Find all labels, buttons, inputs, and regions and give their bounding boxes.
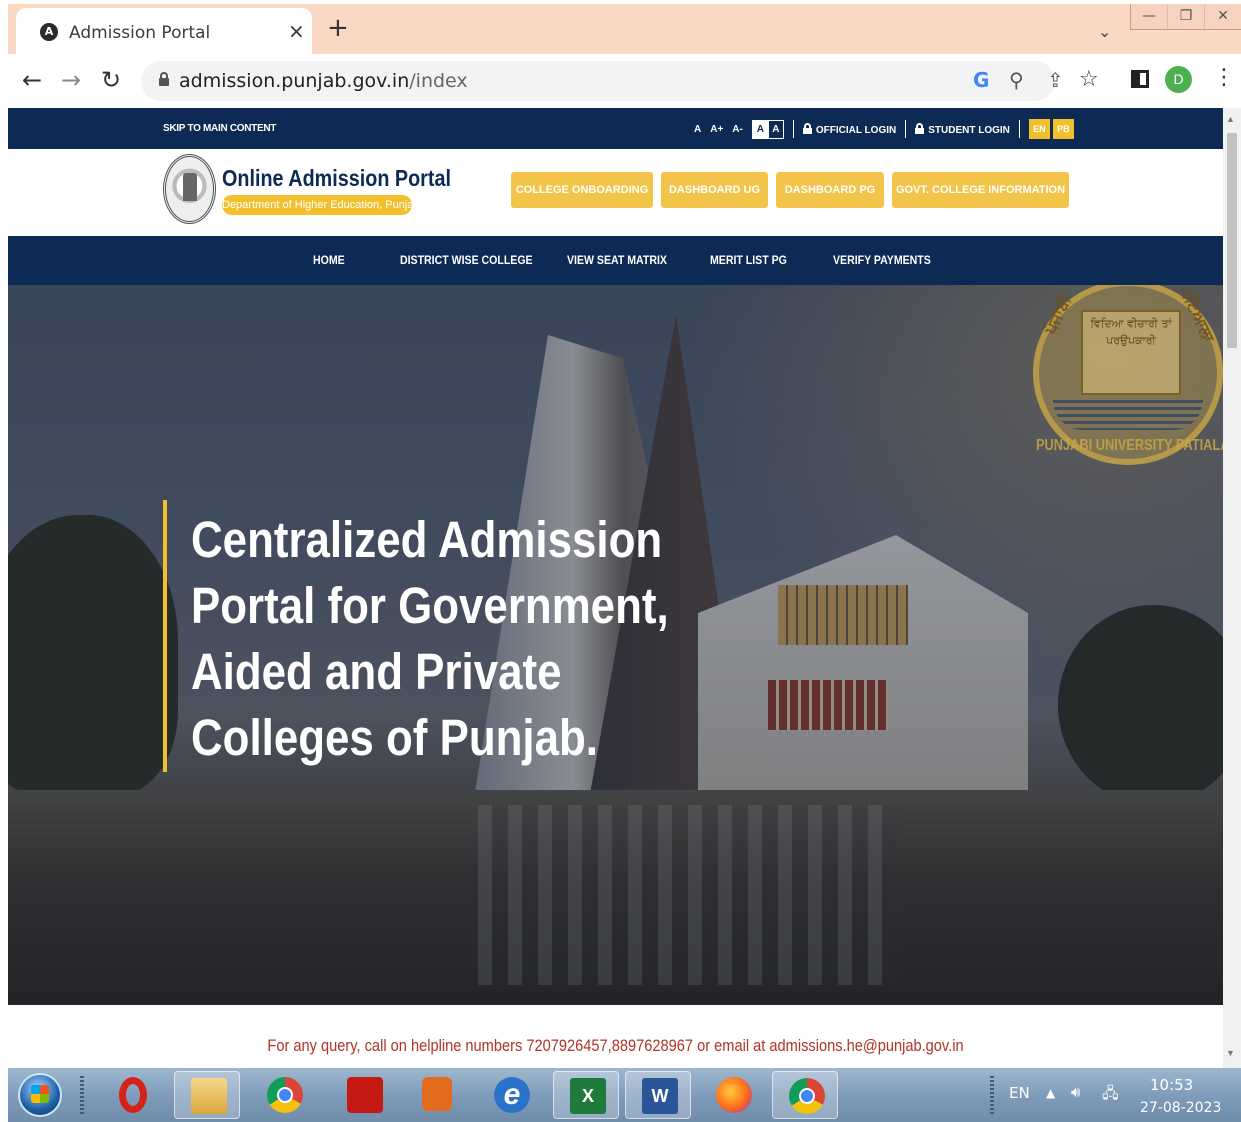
word-icon: W [642, 1078, 678, 1114]
dashboard-pg-button[interactable]: DASHBOARD PG [776, 172, 884, 208]
reload-icon[interactable]: ↻ [101, 66, 121, 94]
skip-to-main-content-link[interactable]: SKIP TO MAIN CONTENT [163, 123, 276, 134]
taskbar-firefox[interactable] [700, 1071, 766, 1119]
seal-caption: PUNJABI UNIVERSITY PATIALA [1036, 437, 1223, 454]
helpline-notice: For any query, call on helpline numbers … [267, 1036, 964, 1055]
nav-verify-payments[interactable]: VERIFY PAYMENTS [833, 253, 931, 267]
network-icon[interactable]: 🖧 [1102, 1083, 1119, 1108]
nav-district-wise-college[interactable]: DISTRICT WISE COLLEGE [400, 253, 533, 267]
restore-button[interactable]: ❐ [1167, 4, 1204, 29]
taskbar-grip [80, 1076, 84, 1114]
menu-kebab-icon[interactable]: ⋮ [1213, 65, 1235, 90]
minimize-button[interactable]: — [1131, 4, 1167, 29]
department-badge: Department of Higher Education, Punjab [222, 195, 412, 215]
language-pb-button[interactable]: PB [1052, 119, 1074, 139]
url-text[interactable]: admission.punjab.gov.in/index [179, 70, 468, 92]
tab-search-icon[interactable]: ⌄ [1098, 22, 1111, 41]
side-panel-icon[interactable] [1131, 70, 1149, 88]
taskbar-file-explorer[interactable] [174, 1071, 240, 1119]
headline-accent-bar [163, 500, 167, 772]
college-onboarding-button[interactable]: COLLEGE ONBOARDING [511, 172, 653, 208]
divider [1018, 120, 1020, 138]
taskbar-internet-explorer[interactable]: e [478, 1071, 544, 1119]
utility-controls: A A+ A- A A OFFICIAL LOGIN STUDENT LOGIN… [694, 119, 1074, 139]
lock-icon [915, 122, 925, 134]
pdf-icon [347, 1077, 383, 1113]
media-player-icon [422, 1077, 452, 1111]
new-tab-button[interactable]: + [327, 13, 349, 43]
font-size-decrease-button[interactable]: A- [732, 124, 743, 135]
govt-college-information-button[interactable]: GOVT. COLLEGE INFORMATION [892, 172, 1069, 208]
portal-title[interactable]: Online Admission Portal [222, 165, 451, 192]
firefox-icon [716, 1077, 752, 1113]
clock-date[interactable]: 27-08-2023 [1140, 1100, 1221, 1116]
hero-banner: ਪੰਜਾਬੀ ਪਟਿਆਲਾ ਵਿਦਿਆ ਵੀਚਾਰੀ ਤਾਂ ਪਰਉਪਕਾਰੀ … [8, 285, 1223, 1005]
page-scrollbar[interactable]: ▲ ▼ [1223, 108, 1241, 1068]
browser-toolbar: ← → ↻ admission.punjab.gov.in/index G ⚲ … [8, 54, 1241, 108]
taskbar-media-player[interactable] [403, 1071, 469, 1119]
angular-favicon-icon: A [40, 23, 58, 41]
taskbar-grip [990, 1076, 994, 1114]
contrast-light-button[interactable]: A [752, 120, 768, 138]
windows-taskbar: e X W EN ▲ 🔊︎ 🖧 10:53 27-08-2023 [8, 1068, 1241, 1122]
taskbar-chrome-profile[interactable] [772, 1071, 838, 1119]
share-icon[interactable]: ⇪ [1047, 68, 1064, 92]
chrome-icon [267, 1077, 303, 1113]
taskbar-chrome[interactable] [251, 1071, 317, 1119]
start-button[interactable] [18, 1073, 62, 1117]
tab-title: Admission Portal [69, 23, 211, 43]
chrome-icon [789, 1078, 825, 1114]
scroll-down-icon[interactable]: ▼ [1226, 1048, 1235, 1058]
dashboard-ug-button[interactable]: DASHBOARD UG [661, 172, 768, 208]
clock-time[interactable]: 10:53 [1150, 1076, 1193, 1094]
zoom-icon[interactable]: ⚲ [1009, 68, 1024, 92]
seal-motto: ਵਿਦਿਆ ਵੀਚਾਰੀ ਤਾਂ ਪਰਉਪਕਾਰੀ [1090, 317, 1172, 347]
language-en-button[interactable]: EN [1028, 119, 1050, 139]
lock-icon[interactable] [159, 72, 169, 86]
contrast-toggle: A A [751, 119, 784, 139]
excel-icon: X [570, 1078, 606, 1114]
show-hidden-icons-icon[interactable]: ▲ [1046, 1086, 1055, 1100]
nav-view-seat-matrix[interactable]: VIEW SEAT MATRIX [567, 253, 667, 267]
profile-avatar[interactable]: D [1165, 66, 1192, 93]
student-login-link[interactable]: STUDENT LOGIN [915, 122, 1010, 136]
punjab-emblem-logo[interactable] [163, 154, 216, 224]
google-translate-icon[interactable]: G [973, 68, 989, 92]
folder-icon [191, 1078, 227, 1114]
address-bar[interactable]: admission.punjab.gov.in/index G ⚲ ⇪ [141, 61, 1064, 101]
main-navigation: HOME DISTRICT WISE COLLEGE VIEW SEAT MAT… [8, 236, 1223, 285]
divider [905, 120, 907, 138]
tab-close-icon[interactable]: × [288, 19, 305, 43]
taskbar-opera[interactable] [100, 1071, 166, 1119]
page-viewport: SKIP TO MAIN CONTENT A A+ A- A A OFFICIA… [8, 108, 1223, 1068]
back-arrow-icon[interactable]: ← [22, 66, 42, 94]
taskbar-word[interactable]: W [625, 1071, 691, 1119]
taskbar-excel[interactable]: X [553, 1071, 619, 1119]
site-header: Online Admission Portal Department of Hi… [8, 149, 1223, 236]
browser-tab-strip: A Admission Portal × + ⌄ — ❐ ✕ [8, 4, 1241, 54]
scrollbar-thumb[interactable] [1227, 133, 1237, 348]
bookmark-star-icon[interactable]: ☆ [1079, 67, 1099, 92]
internet-explorer-icon: e [494, 1077, 530, 1113]
volume-icon[interactable]: 🔊︎ [1071, 1083, 1080, 1101]
official-login-link[interactable]: OFFICIAL LOGIN [802, 122, 896, 136]
font-size-increase-button[interactable]: A+ [710, 124, 723, 135]
opera-icon [119, 1077, 147, 1113]
language-indicator[interactable]: EN [1009, 1084, 1030, 1102]
taskbar-acrobat[interactable] [331, 1071, 397, 1119]
window-controls: — ❐ ✕ [1130, 4, 1241, 30]
forward-arrow-icon[interactable]: → [61, 66, 81, 94]
seal-waves-icon [1053, 400, 1203, 430]
scroll-up-icon[interactable]: ▲ [1226, 114, 1235, 124]
nav-home[interactable]: HOME [313, 253, 345, 267]
close-window-button[interactable]: ✕ [1204, 4, 1241, 29]
utility-bar: SKIP TO MAIN CONTENT A A+ A- A A OFFICIA… [8, 108, 1223, 149]
hero-headline: Centralized Admission Portal for Governm… [191, 511, 669, 766]
divider [792, 120, 794, 138]
nav-merit-list-pg[interactable]: MERIT LIST PG [710, 253, 787, 267]
font-size-normal-button[interactable]: A [694, 124, 701, 135]
lock-icon [802, 122, 812, 134]
contrast-dark-button[interactable]: A [767, 120, 783, 138]
browser-tab[interactable]: A Admission Portal × [16, 8, 312, 54]
